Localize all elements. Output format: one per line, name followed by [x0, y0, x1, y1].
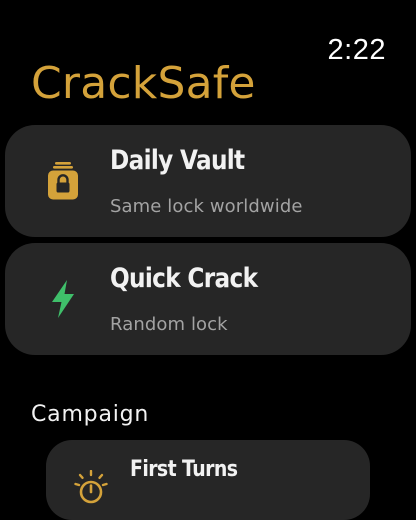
padlock-icon — [43, 159, 83, 203]
quick-crack-button[interactable]: Quick Crack Random lock — [5, 243, 411, 355]
daily-vault-title: Daily Vault — [110, 145, 245, 176]
app-title: CrackSafe — [31, 58, 256, 109]
timer-icon — [74, 469, 108, 504]
level-first-turns-title: First Turns — [130, 457, 238, 482]
lightning-icon — [43, 277, 83, 321]
quick-crack-title: Quick Crack — [110, 263, 258, 294]
level-first-turns-button[interactable]: First Turns — [46, 440, 370, 520]
daily-vault-button[interactable]: Daily Vault Same lock worldwide — [5, 125, 411, 237]
status-time: 2:22 — [327, 34, 386, 66]
quick-crack-subtitle: Random lock — [110, 314, 228, 335]
campaign-section-title: Campaign — [31, 402, 150, 427]
daily-vault-subtitle: Same lock worldwide — [110, 196, 303, 217]
